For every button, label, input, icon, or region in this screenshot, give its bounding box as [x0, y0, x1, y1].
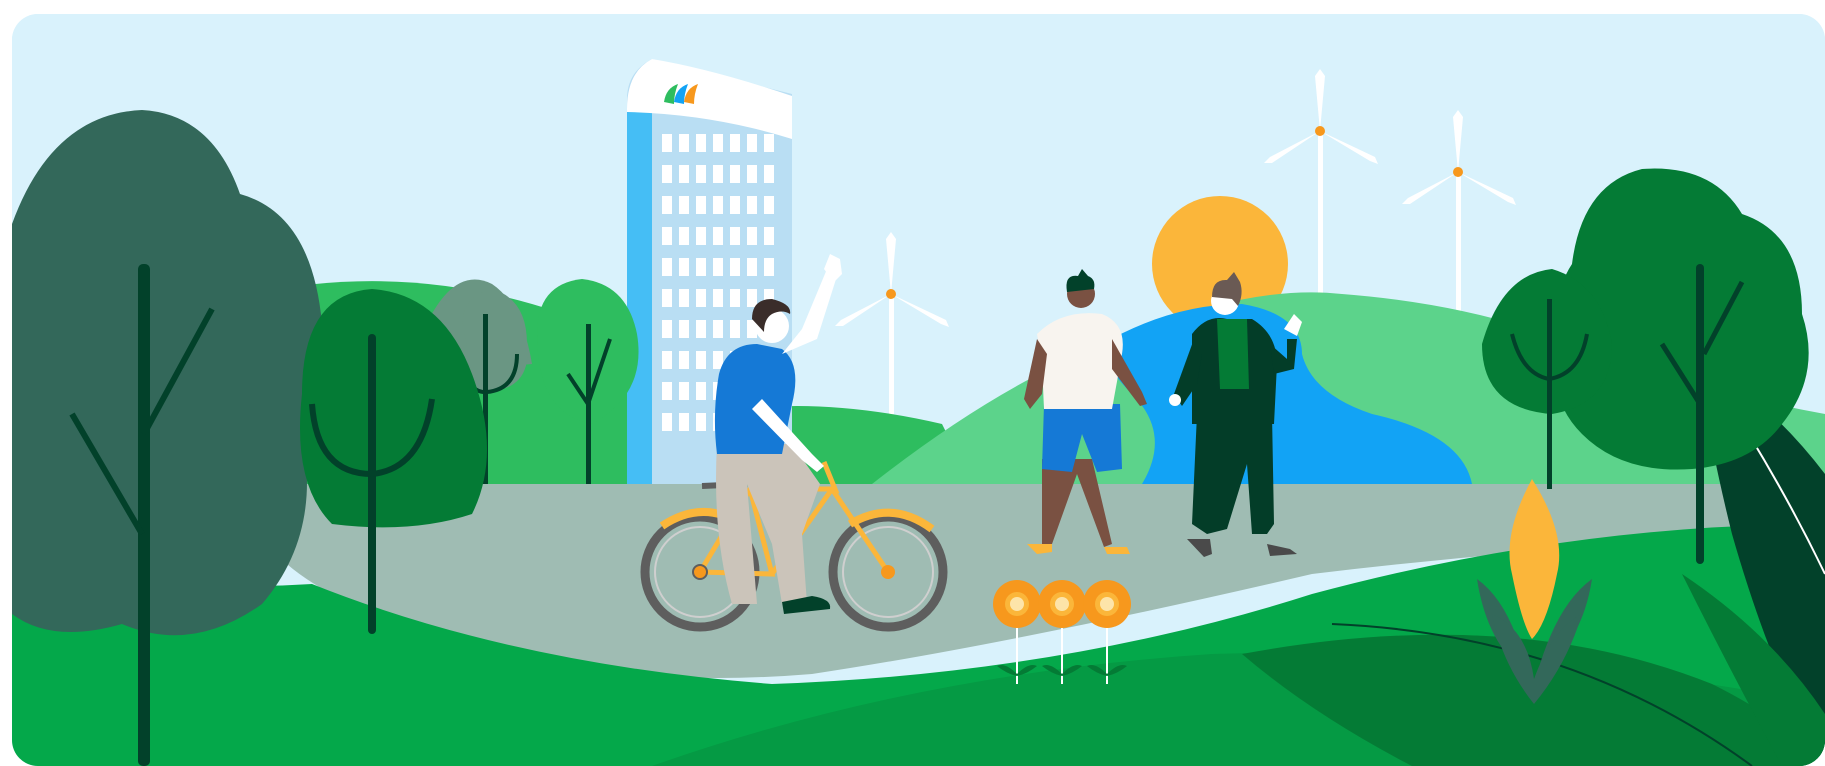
- building-window: [764, 227, 774, 245]
- building-window: [764, 196, 774, 214]
- building-window: [747, 289, 757, 307]
- building-window: [713, 134, 723, 152]
- building-window: [713, 165, 723, 183]
- woman-hand-left: [1169, 394, 1181, 406]
- building-window: [679, 134, 689, 152]
- building-window: [713, 258, 723, 276]
- building-window: [679, 258, 689, 276]
- building-window: [713, 320, 723, 338]
- building-window: [713, 289, 723, 307]
- building-window: [730, 320, 740, 338]
- building-window: [696, 289, 706, 307]
- building-window: [713, 227, 723, 245]
- walker-shirt: [1037, 313, 1123, 409]
- building-window: [696, 165, 706, 183]
- building-window: [764, 258, 774, 276]
- building-window: [730, 196, 740, 214]
- building-window: [679, 165, 689, 183]
- building-window: [747, 165, 757, 183]
- building-window: [679, 289, 689, 307]
- building-window: [679, 351, 689, 369]
- building-window: [662, 165, 672, 183]
- building-window: [696, 258, 706, 276]
- building-window: [696, 382, 706, 400]
- building-window: [730, 289, 740, 307]
- building-window: [662, 320, 672, 338]
- building-window: [662, 196, 672, 214]
- building-window: [662, 134, 672, 152]
- building-window: [730, 134, 740, 152]
- building-window: [679, 320, 689, 338]
- building-window: [662, 413, 672, 431]
- building-window: [696, 413, 706, 431]
- building-window: [662, 351, 672, 369]
- building-window: [747, 196, 757, 214]
- building-window: [696, 320, 706, 338]
- building-window: [730, 165, 740, 183]
- building-window: [696, 134, 706, 152]
- building-window: [679, 413, 689, 431]
- building-window: [662, 382, 672, 400]
- building-window: [747, 258, 757, 276]
- illustration-frame: [12, 14, 1825, 766]
- building-window: [730, 258, 740, 276]
- building-window: [713, 351, 723, 369]
- building-window: [747, 134, 757, 152]
- building-window: [696, 227, 706, 245]
- building-window: [662, 227, 672, 245]
- building-window: [764, 165, 774, 183]
- building-window: [679, 382, 689, 400]
- building-window: [730, 227, 740, 245]
- building-window: [764, 134, 774, 152]
- building-window: [696, 196, 706, 214]
- building-window: [662, 289, 672, 307]
- building-window: [713, 196, 723, 214]
- landscape-illustration: [12, 14, 1825, 766]
- woman-top-center: [1217, 319, 1249, 389]
- building-window: [679, 227, 689, 245]
- building-window: [662, 258, 672, 276]
- building-window: [747, 227, 757, 245]
- building-window: [679, 196, 689, 214]
- building-window: [696, 351, 706, 369]
